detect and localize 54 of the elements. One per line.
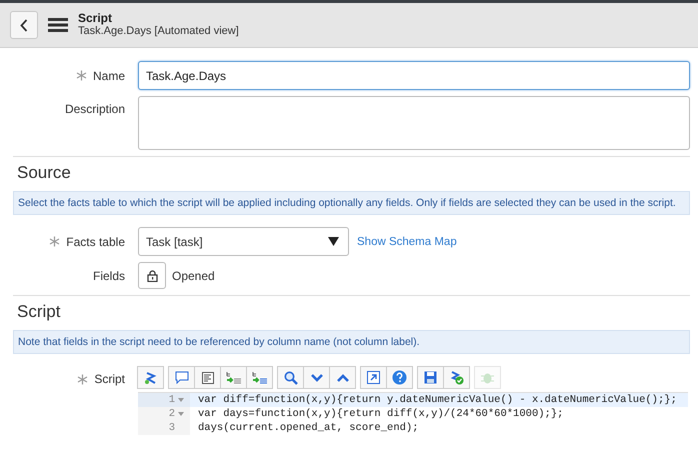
replace-all-button[interactable] xyxy=(246,366,273,389)
fold-icon[interactable] xyxy=(178,412,184,416)
code-line: var days=function(x,y){return diff(x,y)/(24*60*60*1000);}; xyxy=(197,407,564,421)
help-icon xyxy=(392,370,407,385)
save-button[interactable] xyxy=(417,366,444,389)
comment-button[interactable] xyxy=(168,366,195,389)
chevron-up-button[interactable] xyxy=(329,366,356,389)
field-label: Script xyxy=(94,371,125,388)
back-button[interactable] xyxy=(10,11,38,39)
code-line: days(current.opened_at, score_end); xyxy=(197,421,419,435)
expand-button[interactable] xyxy=(360,366,387,389)
replace-button[interactable] xyxy=(220,366,247,389)
code-editor[interactable]: 1 var diff=function(x,y){return y.dateNumericValue() - x.dateNumericValue();}; 2 var days=function(x,y){return diff(x,y)/(24*60*60*1000);}; 3 days(current.opened_at, score_end); xyxy=(138,392,688,435)
chevron-up-icon xyxy=(336,374,348,382)
menu-icon[interactable] xyxy=(48,17,68,33)
check-button[interactable] xyxy=(443,366,470,389)
search-button[interactable] xyxy=(277,366,304,389)
field-label: Name xyxy=(92,68,125,84)
section-heading: Script xyxy=(17,302,62,322)
format-button[interactable] xyxy=(137,366,164,389)
info-message: Note that fields in the script need to be referenced by column name (not column label). xyxy=(13,330,690,354)
field-label: Description xyxy=(64,101,125,118)
lock-icon xyxy=(146,270,158,282)
description-field[interactable] xyxy=(138,96,690,150)
field-label: Fields xyxy=(92,268,125,284)
replace-icon xyxy=(226,370,242,384)
format-icon xyxy=(144,370,158,384)
chevron-left-icon xyxy=(20,18,28,32)
line-number: 3 xyxy=(168,421,175,435)
chevron-down-icon xyxy=(310,374,322,382)
section-heading: Source xyxy=(17,163,72,183)
lock-button[interactable] xyxy=(138,262,166,289)
expand-icon xyxy=(367,371,380,384)
chevron-down-button[interactable] xyxy=(303,366,330,389)
caret-down-icon xyxy=(328,237,339,246)
line-number: 1 xyxy=(168,393,175,407)
align-button[interactable] xyxy=(194,366,221,389)
check-icon xyxy=(449,370,464,385)
schema-map-link[interactable]: Show Schema Map xyxy=(357,236,457,248)
page-title: Script xyxy=(78,12,114,25)
search-icon xyxy=(284,370,298,384)
help-button[interactable] xyxy=(386,366,413,389)
code-line: var diff=function(x,y){return y.dateNumericValue() - x.dateNumericValue();}; xyxy=(197,393,677,407)
align-icon xyxy=(202,372,214,384)
info-message: Select the facts table to which the script will be applied including optionally any fields. Only if fields are selected they can be used in the script. xyxy=(13,191,690,215)
name-field[interactable]: Task.Age.Days xyxy=(138,61,690,90)
page-subtitle: Task.Age.Days [Automated view] xyxy=(78,25,239,38)
comment-icon xyxy=(174,371,188,384)
line-number: 2 xyxy=(168,407,175,421)
facts-table-dropdown[interactable]: Task [task] xyxy=(138,227,349,256)
save-icon xyxy=(424,371,437,384)
field-value: Opened xyxy=(172,268,215,282)
field-label: Facts table xyxy=(66,234,125,250)
replace-all-icon xyxy=(252,370,268,384)
